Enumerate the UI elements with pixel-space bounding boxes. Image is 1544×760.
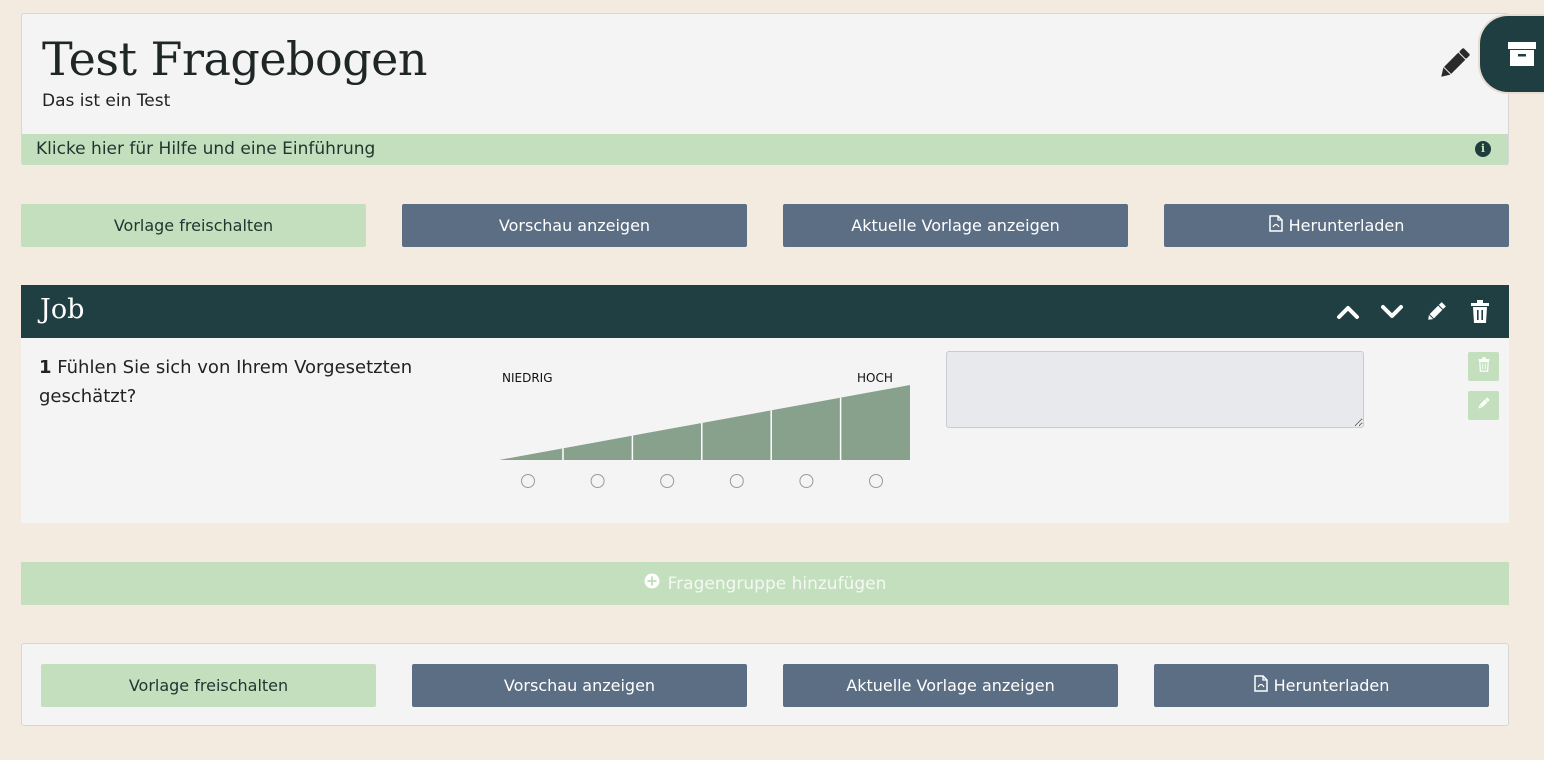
help-intro-bar[interactable]: Klicke hier für Hilfe und eine Einführun…: [22, 134, 1508, 165]
edit-question-button[interactable]: [1468, 391, 1499, 420]
download-label: Herunterladen: [1288, 216, 1405, 235]
download-button[interactable]: Herunterladen: [1164, 204, 1509, 247]
current-template-button[interactable]: Aktuelle Vorlage anzeigen: [783, 664, 1118, 707]
page-subtitle: Das ist ein Test: [42, 91, 171, 111]
chevron-down-icon[interactable]: [1379, 299, 1405, 325]
scale-high-label: HOCH: [857, 371, 893, 385]
rating-option-radio[interactable]: [729, 474, 744, 488]
question-number: 1: [39, 357, 52, 378]
pdf-file-icon: [1268, 215, 1283, 236]
scale-wedge: [499, 385, 910, 460]
trash-icon: [1478, 357, 1490, 376]
add-question-group-button[interactable]: Fragengruppe hinzufügen: [21, 562, 1509, 605]
rating-option-radio[interactable]: [660, 474, 675, 488]
trash-icon[interactable]: [1467, 299, 1493, 325]
preview-label: Vorschau anzeigen: [498, 216, 651, 235]
questionnaire-header: Test Fragebogen Das ist ein Test Klicke …: [21, 13, 1509, 165]
footer-actions: Vorlage freischalten Vorschau anzeigen A…: [21, 643, 1509, 726]
plus-circle-icon: [644, 573, 660, 594]
unlock-template-label: Vorlage freischalten: [128, 676, 289, 695]
answer-textarea[interactable]: [946, 351, 1364, 428]
unlock-template-button[interactable]: Vorlage freischalten: [21, 204, 366, 247]
download-button[interactable]: Herunterladen: [1154, 664, 1489, 707]
rating-option-radio[interactable]: [521, 474, 535, 488]
preview-label: Vorschau anzeigen: [503, 676, 656, 695]
pencil-icon[interactable]: [1434, 44, 1474, 84]
add-question-group-label: Fragengruppe hinzufügen: [667, 573, 887, 594]
archive-tab[interactable]: [1478, 14, 1544, 94]
rating-scale: NIEDRIG HOCH: [499, 368, 919, 498]
help-intro-label: Klicke hier für Hilfe und eine Einführun…: [36, 139, 376, 159]
scale-low-label: NIEDRIG: [502, 371, 553, 385]
question-card: 1 Fühlen Sie sich von Ihrem Vorgesetzten…: [21, 338, 1509, 523]
question-label: Fühlen Sie sich von Ihrem Vorgesetzten g…: [39, 357, 413, 407]
current-template-label: Aktuelle Vorlage anzeigen: [851, 216, 1060, 235]
info-icon: i: [1475, 141, 1491, 157]
question-group-title: Job: [40, 294, 85, 325]
unlock-template-button[interactable]: Vorlage freischalten: [41, 664, 376, 707]
rating-option-radio[interactable]: [869, 474, 883, 488]
pencil-icon[interactable]: [1423, 299, 1449, 325]
question-group-header: Job: [21, 285, 1509, 338]
current-template-label: Aktuelle Vorlage anzeigen: [846, 676, 1055, 695]
chevron-up-icon[interactable]: [1335, 299, 1361, 325]
scale-graphic: [499, 385, 910, 488]
current-template-button[interactable]: Aktuelle Vorlage anzeigen: [783, 204, 1128, 247]
question-text: 1 Fühlen Sie sich von Ihrem Vorgesetzten…: [39, 353, 459, 411]
delete-question-button[interactable]: [1468, 352, 1499, 381]
rating-option-radio[interactable]: [799, 474, 814, 488]
preview-button[interactable]: Vorschau anzeigen: [402, 204, 747, 247]
pdf-file-icon: [1253, 675, 1268, 696]
preview-button[interactable]: Vorschau anzeigen: [412, 664, 747, 707]
download-label: Herunterladen: [1273, 676, 1390, 695]
pencil-icon: [1476, 396, 1491, 415]
rating-option-radio[interactable]: [590, 474, 605, 488]
page-title: Test Fragebogen: [42, 32, 427, 86]
unlock-template-label: Vorlage freischalten: [113, 216, 274, 235]
